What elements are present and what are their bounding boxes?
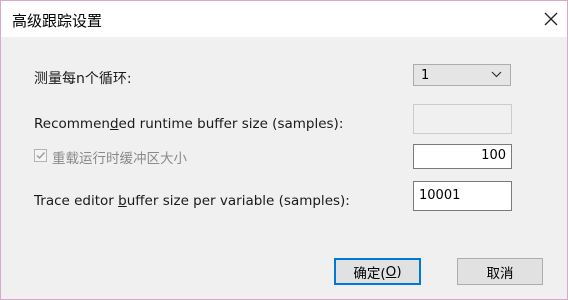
reload-runtime-label: 重载运行时缓冲区大小 xyxy=(52,151,187,167)
checkmark-icon xyxy=(36,152,46,160)
close-icon xyxy=(544,12,558,26)
every-n-cycles-label: 测量每n个循环: xyxy=(34,71,132,87)
cancel-button[interactable]: 取消 xyxy=(457,258,543,285)
advanced-trace-settings-dialog: 高级跟踪设置 测量每n个循环: 1 Recommended runtime bu… xyxy=(0,0,568,300)
editor-buffer-label: Trace editor buffer size per variable (s… xyxy=(34,193,350,209)
ok-button[interactable]: 确定(O) xyxy=(334,258,421,285)
recommended-buffer-accesskey: d xyxy=(109,116,119,132)
close-button[interactable] xyxy=(537,5,565,33)
ok-accesskey: O xyxy=(385,263,397,280)
recommended-buffer-field xyxy=(413,104,512,134)
reload-runtime-value-field[interactable]: 100 xyxy=(413,144,512,169)
reload-runtime-checkbox[interactable] xyxy=(34,149,47,162)
recommended-buffer-label: Recommended runtime buffer size (samples… xyxy=(34,116,344,132)
editor-buffer-field[interactable]: 10001 xyxy=(413,181,512,211)
dialog-title: 高级跟踪设置 xyxy=(12,12,103,30)
dialog-body: 测量每n个循环: 1 Recommended runtime buffer si… xyxy=(1,37,567,299)
editor-buffer-accesskey: b xyxy=(118,193,127,209)
chevron-down-icon xyxy=(491,71,502,78)
every-n-cycles-value: 1 xyxy=(421,68,430,83)
every-n-cycles-select[interactable]: 1 xyxy=(413,64,511,86)
title-bar: 高级跟踪设置 xyxy=(1,1,567,37)
